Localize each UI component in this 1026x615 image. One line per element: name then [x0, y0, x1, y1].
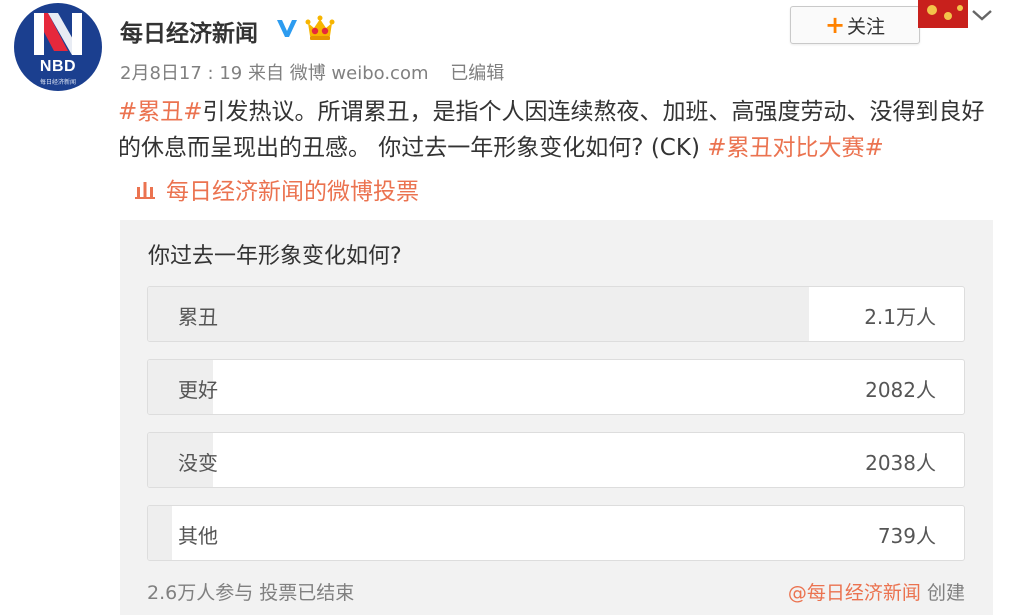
- vote-link[interactable]: 每日经济新闻的微博投票: [134, 172, 419, 206]
- poll-question: 你过去一年形象变化如何?: [148, 244, 402, 269]
- vote-link-label: 每日经济新闻的微博投票: [166, 179, 419, 205]
- poll-summary: 2.6万人参与 投票已结束: [147, 582, 355, 604]
- poll-option-fill: [148, 506, 173, 560]
- avatar-brand-subtext: 每日经济新闻: [39, 80, 76, 86]
- poll-option-count: 739人: [877, 524, 936, 548]
- poll-option-fill: [148, 287, 809, 341]
- follow-button[interactable]: + 关注: [790, 6, 920, 44]
- chevron-down-icon[interactable]: [970, 6, 994, 24]
- follow-button-label: 关注: [847, 15, 886, 38]
- post-content: #累丑#引发热议。所谓累丑，是指个人因连续熬夜、加班、高强度劳动、没得到良好的休…: [118, 94, 998, 166]
- verified-v-icon: [277, 20, 297, 37]
- edited-label[interactable]: 已编辑: [450, 63, 504, 84]
- poll-option-qi-ta[interactable]: 其他 739人: [147, 505, 965, 561]
- poll-option-label: 没变: [178, 451, 218, 475]
- poll-creator-link[interactable]: @每日经济新闻: [788, 582, 921, 604]
- vote-bars-icon: [135, 182, 155, 199]
- username[interactable]: 每日经济新闻: [120, 14, 258, 48]
- post-time[interactable]: 2月8日17 : 19: [120, 63, 242, 84]
- poll-option-label: 其他: [178, 524, 218, 548]
- poll-card: 你过去一年形象变化如何? 累丑 2.1万人 更好 2082人 没变 2038人 …: [120, 220, 993, 615]
- post-source[interactable]: 来自 微博 weibo.com: [248, 63, 429, 84]
- poll-option-label: 累丑: [178, 305, 218, 329]
- poll-option-count: 2082人: [865, 378, 936, 402]
- poll-option-label: 更好: [178, 378, 218, 402]
- avatar-brand-text: NBD: [39, 58, 77, 75]
- hashtag-lei-chou[interactable]: #累丑#: [118, 99, 203, 125]
- poll-creator: @每日经济新闻 创建: [788, 578, 965, 605]
- vip-crown-icon[interactable]: [305, 14, 335, 42]
- poll-option-count: 2038人: [865, 451, 936, 475]
- avatar[interactable]: NBD 每日经济新闻: [14, 3, 102, 91]
- plus-icon: +: [824, 11, 846, 39]
- post-meta: 2月8日17 : 19 来自 微博 weibo.com 已编辑: [120, 59, 504, 85]
- poll-option-geng-hao[interactable]: 更好 2082人: [147, 359, 965, 415]
- hashtag-lei-chou-contest[interactable]: #累丑对比大赛#: [707, 135, 884, 161]
- poll-option-count: 2.1万人: [864, 305, 936, 329]
- decoration-banner-icon: [918, 0, 968, 28]
- poll-option-lei-chou[interactable]: 累丑 2.1万人: [147, 286, 965, 342]
- poll-option-mei-bian[interactable]: 没变 2038人: [147, 432, 965, 488]
- poll-created-label: 创建: [926, 582, 965, 604]
